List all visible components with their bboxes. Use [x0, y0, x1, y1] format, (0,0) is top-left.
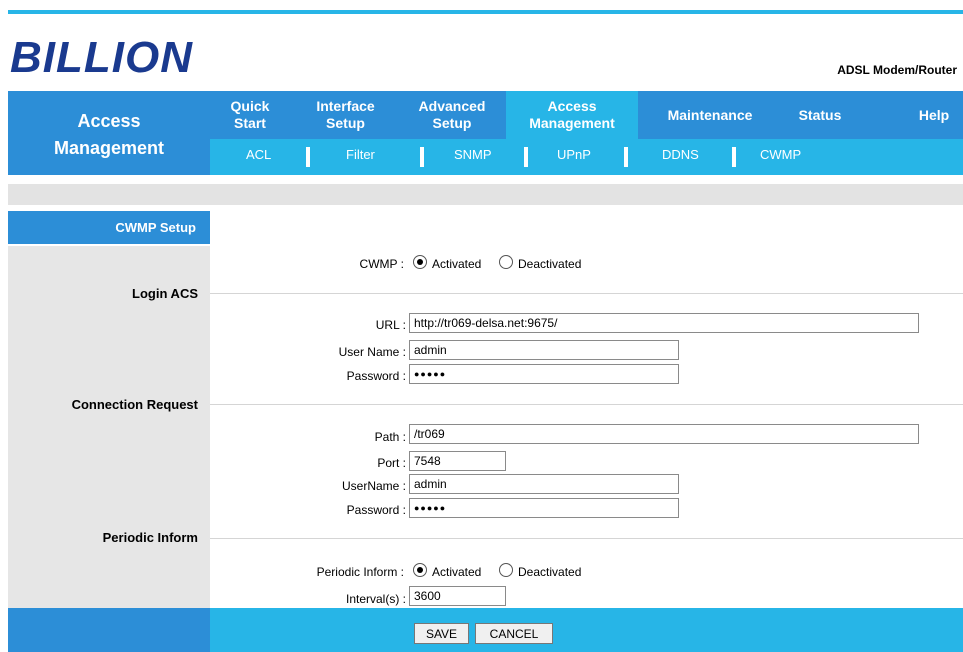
- login-acs-label: Login ACS: [132, 286, 198, 301]
- subnav-separator: [420, 147, 424, 167]
- cwmp-deactivated-label: Deactivated: [518, 257, 582, 271]
- connection-request-label: Connection Request: [71, 397, 198, 412]
- nav-status[interactable]: Status: [782, 91, 858, 139]
- save-button[interactable]: SAVE: [414, 623, 469, 644]
- conn-port-input[interactable]: 7548: [409, 451, 506, 471]
- periodic-inform-field-label: Periodic Inform :: [316, 565, 404, 579]
- nav-advanced-setup[interactable]: Advanced Setup: [402, 91, 502, 139]
- acs-url-input[interactable]: http://tr069-delsa.net:9675/: [409, 313, 919, 333]
- subnav-upnp[interactable]: UPnP: [557, 147, 591, 162]
- conn-path-label: Path :: [374, 430, 406, 444]
- periodic-activated-radio[interactable]: [413, 563, 427, 577]
- section-divider: [210, 293, 963, 294]
- conn-path-input[interactable]: /tr069: [409, 424, 919, 444]
- subnav-ddns[interactable]: DDNS: [662, 147, 699, 162]
- footer-left-bar: [8, 608, 210, 652]
- periodic-activated-label: Activated: [432, 565, 482, 579]
- acs-password-input[interactable]: ●●●●●: [409, 364, 679, 384]
- interval-label: Interval(s) :: [345, 592, 406, 606]
- subnav-separator: [524, 147, 528, 167]
- periodic-deactivated-radio[interactable]: [499, 563, 513, 577]
- cwmp-activated-radio[interactable]: [413, 255, 427, 269]
- cwmp-label: CWMP :: [359, 257, 404, 271]
- periodic-deactivated-label: Deactivated: [518, 565, 582, 579]
- cwmp-deactivated-radio[interactable]: [499, 255, 513, 269]
- subnav-separator: [732, 147, 736, 167]
- cwmp-setup-header: CWMP Setup: [8, 211, 210, 244]
- nav-maintenance[interactable]: Maintenance: [650, 91, 770, 139]
- section-title: Access Management: [8, 91, 210, 175]
- nav-interface-setup[interactable]: Interface Setup: [298, 91, 393, 139]
- section-divider: [210, 538, 963, 539]
- billion-logo: BILLION: [10, 34, 193, 78]
- acs-url-label: URL :: [375, 318, 406, 332]
- header-divider-bar: [8, 184, 963, 205]
- nav-quick-start[interactable]: Quick Start: [210, 91, 290, 139]
- acs-username-label: User Name :: [338, 345, 406, 359]
- interval-input[interactable]: 3600: [409, 586, 506, 606]
- nav-access-management[interactable]: Access Management: [506, 91, 638, 139]
- section-divider: [210, 404, 963, 405]
- nav-help[interactable]: Help: [906, 91, 962, 139]
- subnav-separator: [306, 147, 310, 167]
- logo-text: BILLION: [10, 34, 193, 78]
- cancel-button[interactable]: CANCEL: [475, 623, 553, 644]
- conn-password-label: Password :: [346, 503, 406, 517]
- top-accent-line: [8, 10, 963, 14]
- main-nav: Quick Start Interface Setup Advanced Setup …: [210, 91, 963, 139]
- acs-password-label: Password :: [346, 369, 406, 383]
- subnav-cwmp[interactable]: CWMP: [760, 147, 801, 162]
- conn-password-input[interactable]: ●●●●●: [409, 498, 679, 518]
- conn-port-label: Port :: [377, 456, 406, 470]
- cwmp-activated-label: Activated: [432, 257, 482, 271]
- periodic-inform-label: Periodic Inform: [102, 530, 198, 545]
- subnav-separator: [624, 147, 628, 167]
- conn-username-label: UserName :: [341, 479, 406, 493]
- product-name: ADSL Modem/Router: [837, 63, 957, 77]
- subnav-snmp[interactable]: SNMP: [454, 147, 492, 162]
- subnav-acl[interactable]: ACL: [246, 147, 271, 162]
- footer-button-bar: [210, 608, 963, 652]
- conn-username-input[interactable]: admin: [409, 474, 679, 494]
- subnav-filter[interactable]: Filter: [346, 147, 375, 162]
- acs-username-input[interactable]: admin: [409, 340, 679, 360]
- sub-nav: ACL Filter SNMP UPnP DDNS CWMP: [210, 139, 963, 175]
